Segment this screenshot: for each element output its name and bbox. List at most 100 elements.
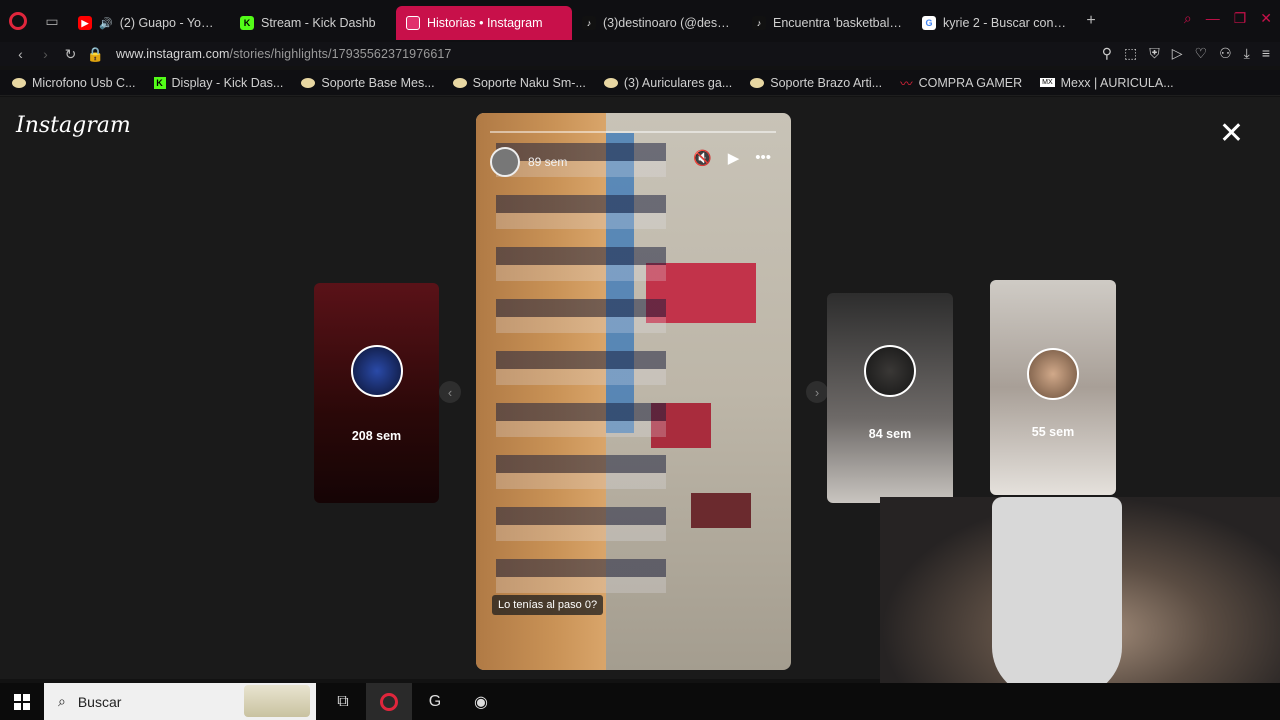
minimize-icon[interactable]: —	[1206, 10, 1220, 27]
search-highlight-image	[244, 685, 310, 717]
bookmark-label: Soporte Naku Sm-...	[472, 75, 586, 90]
story-caption: Lo tenías al paso 0?	[492, 595, 604, 615]
instagram-icon	[406, 16, 420, 30]
download-icon[interactable]: ⤓	[1244, 45, 1250, 62]
tab-google[interactable]: G kyrie 2 - Buscar con Goo	[912, 6, 1078, 40]
forward-icon[interactable]: ›	[33, 46, 58, 62]
play-icon[interactable]: ▶	[728, 149, 740, 167]
bookmark-label: Soporte Base Mes...	[321, 75, 435, 90]
story-main[interactable]: 89 sem 🔇 ▶ ••• Lo tenías al paso 0?	[476, 113, 791, 670]
windows-icon	[14, 693, 30, 710]
search-tabs-icon[interactable]: ⌕	[1184, 10, 1192, 27]
start-button[interactable]	[0, 693, 44, 710]
tab-tiktok-1[interactable]: ♪ (3)destinoaro (@destino	[572, 6, 742, 40]
bookmark-icon	[301, 77, 316, 88]
speaker-icon: 🔊	[99, 17, 113, 30]
tab-title: Stream - Kick Dashb	[261, 16, 376, 30]
bookmark-item[interactable]: (3) Auriculares ga...	[603, 75, 733, 90]
maximize-icon[interactable]: ❐	[1234, 10, 1247, 27]
close-window-icon[interactable]: ✕	[1260, 10, 1272, 27]
tab-title: Historias • Instagram	[427, 16, 543, 30]
url-host: www.instagram.com	[116, 47, 230, 61]
story-avatar	[1027, 348, 1079, 400]
bookmark-item[interactable]: Soporte Naku Sm-...	[452, 75, 586, 90]
tab-kick[interactable]: K Stream - Kick Dashb	[230, 6, 396, 40]
tiktok-icon: ♪	[582, 16, 596, 30]
taskbar-search[interactable]: ⌕ Buscar	[44, 683, 316, 720]
story-preview-right-1[interactable]: 84 sem	[827, 293, 953, 503]
profile-icon[interactable]: ⚇	[1219, 45, 1232, 62]
bookmark-item[interactable]: K Display - Kick Das...	[153, 76, 283, 90]
new-tab-button[interactable]: +	[1078, 12, 1104, 30]
search-icon: ⌕	[58, 693, 66, 709]
previous-story-arrow-icon[interactable]: ‹	[439, 381, 461, 403]
bookmark-icon	[603, 77, 618, 88]
next-story-arrow-icon[interactable]: ›	[806, 381, 828, 403]
bookmark-label: COMPRA GAMER	[918, 75, 1023, 90]
bookmark-item[interactable]: Soporte Brazo Arti...	[750, 76, 882, 90]
mexx-icon: MX	[1040, 78, 1055, 87]
reload-icon[interactable]: ↻	[58, 46, 83, 63]
story-time: 55 sem	[1031, 425, 1075, 439]
bookmark-item[interactable]: Microfono Usb C...	[12, 76, 136, 90]
bookmark-icon	[452, 77, 467, 88]
pin-icon[interactable]: ⚲	[1102, 45, 1112, 62]
tab-title: (2) Guapo - YouTube	[119, 16, 220, 30]
url-path: /stories/highlights/17935562371976617	[229, 47, 452, 61]
compragamer-icon: 〰	[900, 77, 913, 91]
opera-menu-button[interactable]	[0, 0, 36, 42]
tab-youtube[interactable]: ▶ 🔊 (2) Guapo - YouTube	[68, 6, 230, 40]
play-icon[interactable]: ▷	[1172, 45, 1183, 62]
instagram-logo[interactable]: Instagram	[16, 113, 131, 138]
opera-taskbar-button[interactable]	[366, 683, 412, 720]
tab-title: Encuentra 'basketball' e	[773, 16, 902, 30]
url-field[interactable]: www.instagram.com/stories/highlights/179…	[116, 47, 451, 61]
more-options-icon[interactable]: •••	[755, 149, 771, 167]
story-preview-left[interactable]: 208 sem	[314, 283, 439, 503]
bookmark-item[interactable]: MX Mexx | AURICULA...	[1040, 76, 1174, 90]
story-avatar	[350, 345, 403, 397]
bookmark-item[interactable]: 〰 COMPRA GAMER	[900, 73, 1022, 92]
heart-icon[interactable]: ♡	[1195, 45, 1208, 62]
bookmark-icon	[750, 77, 765, 88]
tab-tiktok-2[interactable]: ♪ Encuentra 'basketball' e	[742, 6, 912, 40]
back-icon[interactable]: ‹	[8, 46, 33, 62]
search-label: Buscar	[77, 693, 122, 710]
obs-icon[interactable]: ◉	[458, 683, 504, 720]
mute-icon[interactable]: 🔇	[693, 149, 712, 167]
story-time: 89 sem	[528, 155, 568, 169]
tab-manager-icon[interactable]: ▭	[36, 13, 68, 30]
snapshot-icon[interactable]: ⬚	[1124, 45, 1137, 62]
bookmarks-bar: Microfono Usb C... K Display - Kick Das..…	[0, 70, 1280, 96]
windows-taskbar: ⌕ Buscar ⧉ G ◉	[0, 683, 1280, 720]
bookmark-label: Microfono Usb C...	[32, 75, 136, 90]
browser-tab-bar: ▭ ▶ 🔊 (2) Guapo - YouTube K Stream - Kic…	[0, 0, 1280, 42]
tab-instagram[interactable]: Historias • Instagram	[396, 6, 572, 40]
kick-icon: K	[153, 76, 166, 89]
close-icon[interactable]: ✕	[1219, 119, 1244, 149]
bookmark-label: Soporte Brazo Arti...	[770, 75, 883, 90]
task-view-icon[interactable]: ⧉	[320, 683, 366, 720]
bookmark-label: (3) Auriculares ga...	[623, 75, 733, 90]
story-author-avatar[interactable]	[490, 147, 520, 177]
story-preview-right-2[interactable]: 55 sem	[990, 280, 1116, 495]
logitech-icon[interactable]: G	[412, 683, 458, 720]
tiktok-icon: ♪	[752, 16, 766, 30]
opera-icon	[9, 12, 27, 30]
webcam-person	[992, 497, 1122, 697]
google-icon: G	[922, 16, 936, 30]
menu-icon[interactable]: ≡	[1262, 45, 1270, 62]
tab-title: kyrie 2 - Buscar con Goo	[943, 16, 1068, 30]
shield-icon[interactable]: ⛨	[1149, 45, 1160, 62]
story-time: 208 sem	[351, 429, 402, 443]
youtube-icon: ▶	[78, 16, 92, 30]
story-header: 89 sem	[490, 147, 567, 177]
story-controls: 🔇 ▶ •••	[693, 149, 771, 167]
bookmark-icon	[12, 77, 26, 88]
tab-title: (3)destinoaro (@destino	[603, 16, 732, 30]
story-time: 84 sem	[868, 427, 912, 441]
bookmark-item[interactable]: Soporte Base Mes...	[301, 75, 435, 90]
address-bar: ‹ › ↻ 🔒 www.instagram.com/stories/highli…	[0, 42, 1280, 66]
story-avatar	[864, 345, 916, 397]
bookmark-label: Mexx | AURICULA...	[1060, 75, 1174, 90]
